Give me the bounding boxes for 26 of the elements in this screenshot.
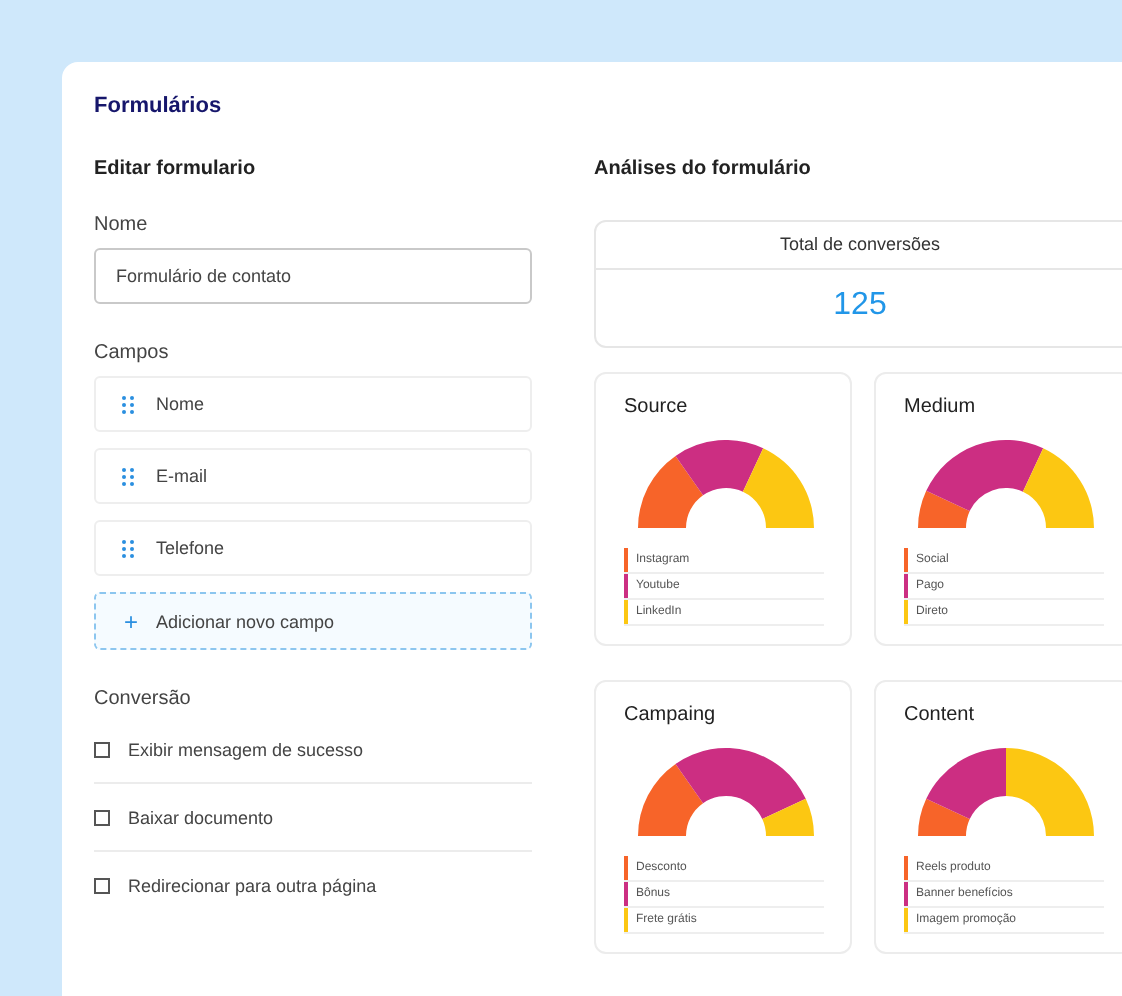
drag-handle-icon[interactable] <box>122 467 134 485</box>
field-label: Conversão <box>94 688 193 712</box>
checkbox-option[interactable]: Exibir mensagem de sucesso <box>94 716 532 784</box>
checkbox[interactable] <box>94 877 110 893</box>
chart-title: Medium <box>904 396 978 420</box>
checkbox-option[interactable]: Redirecionar para outra página <box>94 852 532 918</box>
chart-title: Content <box>904 704 977 728</box>
drag-handle-icon[interactable] <box>122 539 134 557</box>
total-value: 125 <box>833 288 887 322</box>
section-heading: Análises do formulário <box>594 158 813 182</box>
panel-title: Formulários <box>94 92 224 122</box>
total-label: Total de conversões <box>596 222 1122 270</box>
checkbox-option[interactable]: Baixar documento <box>94 784 532 852</box>
field-label: Campos <box>94 342 171 366</box>
field-item[interactable]: E-mail <box>94 448 532 504</box>
section-heading: Editar formulario <box>94 158 258 182</box>
checkbox[interactable] <box>94 809 110 825</box>
chart-title: Campaing <box>624 704 718 728</box>
checkbox[interactable] <box>94 741 110 757</box>
add-field-button[interactable]: + Adicionar novo campo <box>94 592 532 650</box>
field-item[interactable]: Nome <box>94 376 532 432</box>
field-label: Nome <box>94 214 150 238</box>
field-item[interactable]: Telefone <box>94 520 532 576</box>
name-field[interactable]: Formulário de contato <box>94 248 532 304</box>
chart-title: Source <box>624 396 690 420</box>
drag-handle-icon[interactable] <box>122 395 134 413</box>
